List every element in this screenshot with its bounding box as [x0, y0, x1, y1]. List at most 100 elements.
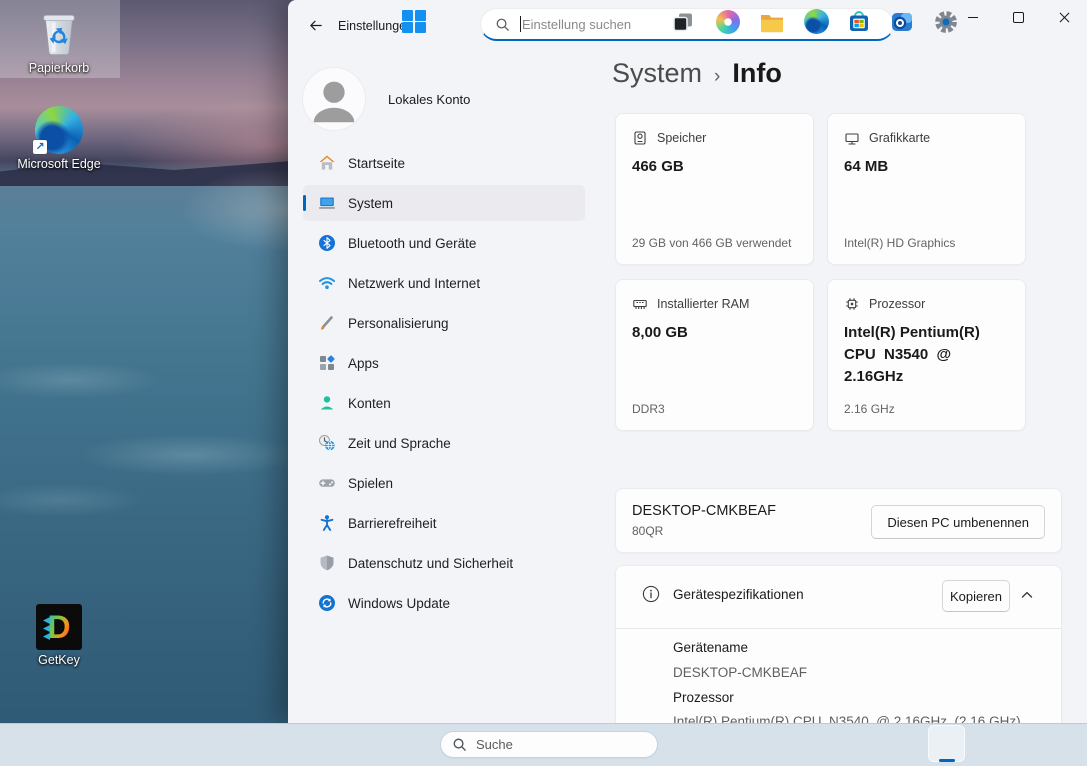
microsoft-store-button[interactable] — [839, 2, 879, 41]
file-explorer-icon — [761, 14, 783, 32]
storage-icon — [634, 131, 646, 145]
desktop-icon-microsoft-edge[interactable]: ↗ Microsoft Edge — [0, 102, 118, 171]
page-title: Info — [732, 58, 782, 88]
sidebar-item-personalisierung[interactable]: Personalisierung — [303, 305, 585, 341]
info-icon — [642, 585, 660, 603]
recycle-bin-icon — [0, 6, 118, 58]
search-placeholder: Einstellung suchen — [522, 16, 632, 32]
desktop-icon-label: Papierkorb — [28, 61, 90, 75]
time-language-icon — [319, 435, 335, 451]
desktop: Papierkorb ↗ Microsoft Edge D GetKey Ein… — [0, 0, 1087, 766]
getkey-icon: D — [0, 598, 118, 650]
account-section[interactable]: Lokales Konto — [302, 67, 470, 131]
hero-card-value: 8,00 GB — [632, 324, 688, 341]
system-icon — [319, 197, 335, 209]
hero-card-detail: 29 GB von 466 GB verwendet — [632, 236, 792, 250]
rename-pc-button[interactable]: Diesen PC umbenennen — [871, 505, 1045, 539]
personalization-icon — [320, 316, 333, 330]
search-icon — [453, 738, 466, 751]
spec-row-value: DESKTOP-CMKBEAF — [673, 665, 808, 680]
desktop-icon-recycle-bin[interactable]: Papierkorb — [0, 6, 118, 75]
account-name: Lokales Konto — [388, 91, 471, 107]
back-arrow-icon — [309, 20, 322, 30]
breadcrumb: System › Info — [612, 58, 782, 89]
sidebar-item-system[interactable]: System — [303, 185, 585, 221]
home-icon — [319, 155, 335, 170]
chevron-up-icon[interactable] — [1019, 587, 1035, 603]
settings-taskbar-button[interactable] — [926, 2, 966, 41]
spec-card-title: Gerätespezifikationen — [673, 587, 804, 602]
close-icon — [1059, 12, 1070, 22]
file-explorer-button[interactable] — [752, 2, 792, 41]
active-app-indicator — [939, 759, 955, 762]
copilot-icon — [716, 9, 740, 34]
desktop-icon-label: Microsoft Edge — [17, 157, 101, 171]
bluetooth-icon — [319, 235, 335, 251]
spec-row-value: Intel(R) Pentium(R) CPU N3540 @ 2.16GHz … — [673, 714, 1021, 723]
gaming-icon — [319, 479, 335, 487]
edge-icon — [803, 9, 829, 34]
processor-icon — [846, 298, 858, 310]
taskbar-search-input[interactable]: Suche — [440, 731, 658, 758]
maximize-icon — [1013, 11, 1024, 23]
sidebar-item-barrierefreiheit[interactable]: Barrierefreiheit — [303, 505, 585, 541]
text-caret — [520, 16, 521, 32]
settings-window: Einstellungen Einstellung suchen Lokales… — [288, 0, 1087, 723]
hero-card-detail: Intel(R) HD Graphics — [844, 236, 956, 250]
copilot-button[interactable] — [708, 2, 748, 41]
maximize-button[interactable] — [996, 0, 1041, 34]
hero-card-detail: 2.16 GHz — [844, 402, 895, 416]
spec-row-label: Gerätename — [673, 640, 749, 655]
device-model: 80QR — [632, 524, 664, 538]
device-name-card: DESKTOP-CMKBEAF 80QR Diesen PC umbenenne… — [615, 488, 1062, 553]
privacy-icon — [320, 555, 334, 571]
device-specifications-card: Gerätespezifikationen Kopieren Gerätenam… — [615, 565, 1062, 723]
sidebar-item-startseite[interactable]: Startseite — [303, 145, 585, 181]
network-icon — [319, 277, 335, 289]
apps-icon — [320, 355, 335, 370]
hero-card-value: 466 GB — [632, 158, 684, 175]
sidebar-item-zeit-und-sprache[interactable]: Zeit und Sprache — [303, 425, 585, 461]
sidebar-item-netzwerk-und-internet[interactable]: Netzwerk und Internet — [303, 265, 585, 301]
active-app-background — [928, 725, 965, 762]
back-button[interactable] — [304, 14, 326, 36]
hero-card-value: 64 MB — [844, 158, 889, 175]
desktop-icon-getkey[interactable]: D GetKey — [0, 598, 118, 667]
divider — [616, 628, 1061, 629]
accounts-icon — [320, 396, 334, 410]
outlook-button[interactable] — [882, 2, 922, 41]
minimize-icon — [967, 16, 978, 18]
hero-card-installierter-ram[interactable]: Installierter RAM 8,00 GB DDR3 — [615, 279, 814, 431]
accessibility-icon — [320, 515, 334, 531]
task-view-button[interactable] — [663, 2, 703, 41]
hero-card-grafikkarte[interactable]: Grafikkarte 64 MB Intel(R) HD Graphics — [827, 113, 1026, 265]
hero-card-prozessor[interactable]: Prozessor Intel(R) Pentium(R) CPU N3540 … — [827, 279, 1026, 431]
taskbar-search-placeholder: Suche — [476, 737, 513, 752]
hero-card-value: Intel(R) Pentium(R) CPU N3540 @ 2.16GHz — [844, 324, 984, 385]
close-button[interactable] — [1042, 0, 1087, 34]
breadcrumb-parent[interactable]: System — [612, 58, 702, 89]
sidebar-item-spielen[interactable]: Spielen — [303, 465, 585, 501]
copy-button[interactable]: Kopieren — [942, 580, 1010, 612]
ram-icon — [633, 299, 647, 309]
windows-start-icon — [402, 9, 426, 34]
sidebar-item-konten[interactable]: Konten — [303, 385, 585, 421]
breadcrumb-separator: › — [714, 66, 721, 87]
start-button[interactable] — [394, 2, 434, 41]
microsoft-store-icon — [850, 10, 868, 31]
person-avatar-icon — [302, 67, 366, 131]
sidebar-item-datenschutz-und-sicherheit[interactable]: Datenschutz und Sicherheit — [303, 545, 585, 581]
hero-card-speicher[interactable]: Speicher 466 GB 29 GB von 466 GB verwend… — [615, 113, 814, 265]
outlook-icon — [892, 12, 912, 31]
sidebar-item-bluetooth-und-geraete[interactable]: Bluetooth und Geräte — [303, 225, 585, 261]
spec-row-label: Prozessor — [673, 690, 734, 705]
selected-indicator — [303, 195, 306, 211]
task-view-icon — [673, 13, 692, 31]
search-icon — [496, 18, 509, 31]
sidebar-item-apps[interactable]: Apps — [303, 345, 585, 381]
settings-icon — [935, 10, 957, 33]
device-name: DESKTOP-CMKBEAF — [632, 503, 776, 519]
sidebar-nav: Startseite System Bluetooth und Geräte N… — [303, 145, 585, 625]
sidebar-item-windows-update[interactable]: Windows Update — [303, 585, 585, 621]
edge-button[interactable] — [796, 2, 836, 41]
